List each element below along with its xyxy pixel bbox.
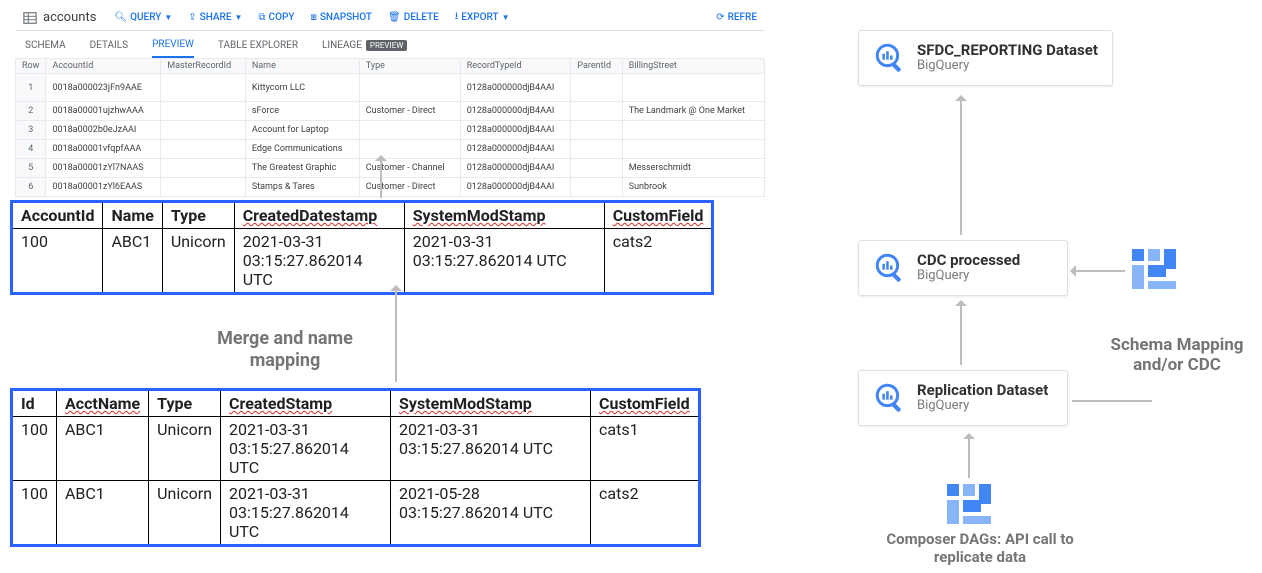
merge-label: Merge and name mapping xyxy=(185,328,385,371)
table-row[interactable]: 40018a00001vfqpfAAAEdge Communications01… xyxy=(16,140,765,159)
node-cdc-processed: CDC processed BigQuery xyxy=(858,240,1068,296)
chevron-down-icon: ▼ xyxy=(164,13,172,22)
col-name: Name xyxy=(103,202,162,229)
magnify-icon: 🔍︎ xyxy=(114,12,127,23)
composer-dags-label: Composer DAGs: API call to replicate dat… xyxy=(880,530,1080,566)
table-row[interactable]: 10018a000023jFn9AAEKittycorn LLC0128a000… xyxy=(16,74,765,102)
node-title: CDC processed xyxy=(917,252,1020,269)
delete-button[interactable]: 🗑DELETE xyxy=(388,9,439,26)
node-replication-dataset: Replication Dataset BigQuery xyxy=(858,370,1068,426)
arrow-source-to-merged xyxy=(395,290,397,382)
share-button[interactable]: ⇪SHARE▼ xyxy=(188,9,242,26)
tab-details[interactable]: DETAILS xyxy=(90,39,129,58)
query-button[interactable]: 🔍︎QUERY▼ xyxy=(114,9,172,26)
cortex-icon xyxy=(945,480,993,528)
col-accountid: AccountId xyxy=(12,202,103,229)
table-row[interactable]: 60018a00001zYl6EAASStamps & TaresCustome… xyxy=(16,178,765,197)
node-sfdc-reporting: SFDC_REPORTING Dataset BigQuery xyxy=(858,30,1113,86)
arrow-composer-to-repl xyxy=(968,438,970,478)
col-systemmodstamp: SystemModStamp xyxy=(404,202,604,229)
export-button[interactable]: ⭳EXPORT▼ xyxy=(455,9,510,26)
line-repl-to-schema xyxy=(1072,400,1152,402)
snapshot-button[interactable]: ⧆SNAPSHOT xyxy=(310,9,372,26)
col-name[interactable]: Name xyxy=(245,59,359,74)
chevron-down-icon: ▼ xyxy=(502,13,510,22)
col-id: Id xyxy=(12,390,57,417)
bigquery-icon xyxy=(873,41,907,75)
col-type[interactable]: Type xyxy=(359,59,460,74)
node-title: SFDC_REPORTING Dataset xyxy=(917,42,1098,59)
preview-badge: PREVIEW xyxy=(366,40,407,51)
col-masterrecordid[interactable]: MasterRecordId xyxy=(161,59,246,74)
bigquery-icon xyxy=(873,381,907,415)
table-row: 100ABC1Unicorn2021-03-31 03:15:27.862014… xyxy=(12,481,700,546)
col-accountid[interactable]: AccountId xyxy=(46,59,161,74)
tab-table-explorer[interactable]: TABLE EXPLORER xyxy=(218,39,298,58)
node-subtitle: BigQuery xyxy=(917,59,1098,74)
col-customfield: CustomField xyxy=(604,202,713,229)
arrow-cdc-to-sfdc xyxy=(960,100,962,235)
tab-preview[interactable]: PREVIEW xyxy=(152,39,194,58)
trash-icon: 🗑 xyxy=(388,12,401,23)
table-name: accounts xyxy=(43,10,96,25)
table-row: 100ABC1Unicorn2021-03-31 03:15:27.862014… xyxy=(12,229,713,294)
col-acctname: AcctName xyxy=(56,390,148,417)
schema-mapping-label: Schema Mapping and/or CDC xyxy=(1102,335,1252,376)
col-billingstreet[interactable]: BillingStreet xyxy=(622,59,764,74)
col-createddatestamp: CreatedDatestamp xyxy=(234,202,404,229)
col-customfield: CustomField xyxy=(591,390,700,417)
col-systemmodstamp: SystemModStamp xyxy=(391,390,591,417)
table-row[interactable]: 50018a00001zYl7NAASThe Greatest GraphicC… xyxy=(16,159,765,178)
refresh-icon: ⟳ xyxy=(716,12,724,23)
snapshot-icon: ⧆ xyxy=(310,12,316,23)
col-type: Type xyxy=(149,390,221,417)
col-recordtypeid[interactable]: RecordTypeId xyxy=(460,59,571,74)
table-row[interactable]: 30018a0002b0eJzAAIAccount for Laptop0128… xyxy=(16,121,765,140)
node-subtitle: BigQuery xyxy=(917,399,1048,414)
bq-toolbar: accounts 🔍︎QUERY▼ ⇪SHARE▼ ⧉COPY ⧆SNAPSHO… xyxy=(15,5,765,31)
copy-icon: ⧉ xyxy=(258,12,265,23)
toolbar-actions: 🔍︎QUERY▼ ⇪SHARE▼ ⧉COPY ⧆SNAPSHOT 🗑DELETE… xyxy=(114,9,509,26)
col-row[interactable]: Row xyxy=(16,59,46,74)
node-subtitle: BigQuery xyxy=(917,269,1020,284)
table-title: accounts xyxy=(23,10,96,25)
refresh-button[interactable]: ⟳REFRE xyxy=(716,12,757,23)
export-icon: ⭳ xyxy=(455,9,459,26)
col-parentid[interactable]: ParentId xyxy=(571,59,622,74)
col-type: Type xyxy=(162,202,234,229)
table-row: 100ABC1Unicorn2021-03-31 03:15:27.862014… xyxy=(12,417,700,481)
chevron-down-icon: ▼ xyxy=(234,13,242,22)
table-icon xyxy=(23,11,37,25)
share-icon: ⇪ xyxy=(188,12,196,23)
bigquery-preview-pane: accounts 🔍︎QUERY▼ ⇪SHARE▼ ⧉COPY ⧆SNAPSHO… xyxy=(15,5,765,197)
tab-schema[interactable]: SCHEMA xyxy=(25,39,66,58)
merged-table: AccountId Name Type CreatedDatestamp Sys… xyxy=(10,200,714,295)
bq-tabs: SCHEMA DETAILS PREVIEW TABLE EXPLORER LI… xyxy=(15,31,765,58)
data-grid: Row AccountId MasterRecordId Name Type R… xyxy=(15,58,765,197)
bigquery-icon xyxy=(873,251,907,285)
arrow-cortex-to-cdc xyxy=(1075,270,1125,272)
source-table: Id AcctName Type CreatedStamp SystemModS… xyxy=(10,388,701,547)
copy-button[interactable]: ⧉COPY xyxy=(258,9,294,26)
tab-lineage[interactable]: LINEAGEPREVIEW xyxy=(322,39,407,58)
cortex-icon xyxy=(1130,245,1178,293)
node-title: Replication Dataset xyxy=(917,382,1048,399)
table-row[interactable]: 20018a00001ujzhwAAAsForceCustomer - Dire… xyxy=(16,102,765,121)
arrow-repl-to-cdc xyxy=(960,305,962,365)
col-createdstamp: CreatedStamp xyxy=(221,390,391,417)
arrow-merged-to-bq xyxy=(380,160,382,198)
